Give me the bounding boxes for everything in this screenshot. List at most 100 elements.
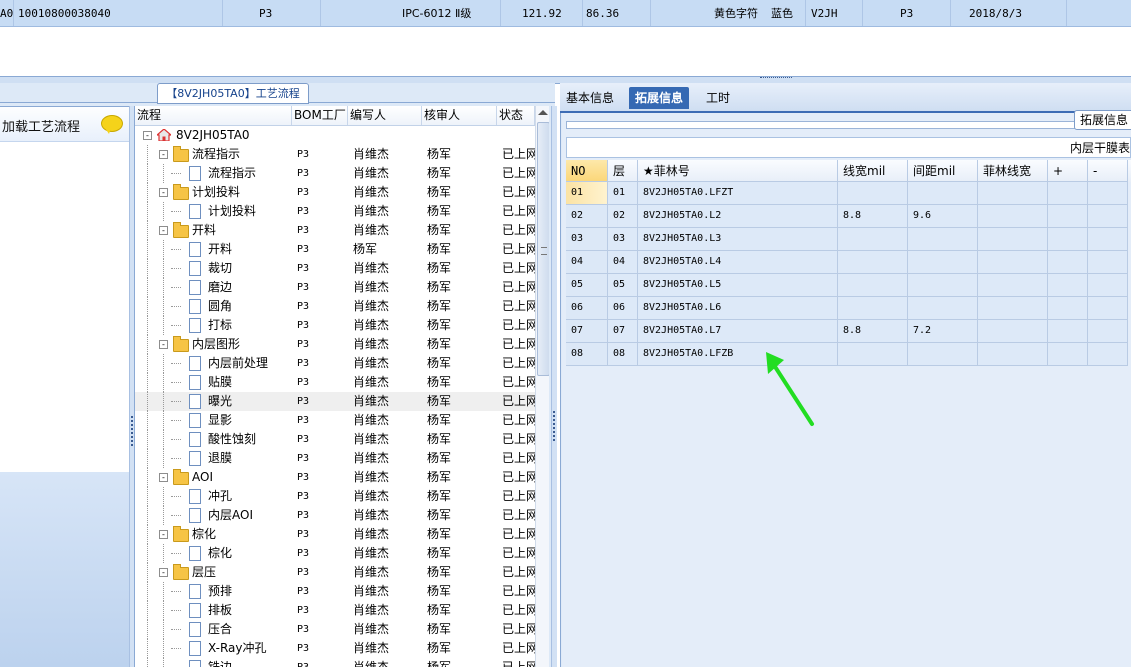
collapse-toggle-icon[interactable]: - — [143, 131, 152, 140]
cell-line-width[interactable] — [838, 274, 908, 297]
table-row[interactable]: 05 05 8V2JH05TA0.L5 — [566, 274, 1131, 297]
cell-film-no[interactable]: 8V2JH05TA0.L2 — [638, 205, 838, 228]
cell-add[interactable] — [1048, 274, 1088, 297]
header-writer[interactable]: 编写人 — [348, 106, 422, 125]
cell-film-line-width[interactable] — [978, 274, 1048, 297]
header-flow[interactable]: 流程 — [135, 106, 292, 125]
tree-row[interactable]: 内层前处理 P3 肖维杰 杨军 已上网 — [135, 354, 535, 373]
col-film-no[interactable]: ★菲林号 — [638, 160, 838, 182]
collapse-toggle-icon[interactable]: - — [159, 568, 168, 577]
splitter-grip[interactable] — [760, 77, 792, 82]
tree-row[interactable]: 裁切 P3 肖维杰 杨军 已上网 — [135, 259, 535, 278]
cell-film-line-width[interactable] — [978, 228, 1048, 251]
cell-add[interactable] — [1048, 205, 1088, 228]
col-add[interactable]: + — [1048, 160, 1088, 182]
cell-remove[interactable] — [1088, 320, 1128, 343]
tree-row[interactable]: 酸性蚀刻 P3 肖维杰 杨军 已上网 — [135, 430, 535, 449]
tree-row[interactable]: - AOI P3 肖维杰 杨军 已上网 — [135, 468, 535, 487]
tree-row[interactable]: 流程指示 P3 肖维杰 杨军 已上网 — [135, 164, 535, 183]
cell-remove[interactable] — [1088, 297, 1128, 320]
cell-film-line-width[interactable] — [978, 343, 1048, 366]
cell-film-line-width[interactable] — [978, 182, 1048, 205]
col-spacing[interactable]: 间距mil — [908, 160, 978, 182]
cell-add[interactable] — [1048, 320, 1088, 343]
tree-row[interactable]: 计划投料 P3 肖维杰 杨军 已上网 — [135, 202, 535, 221]
col-layer[interactable]: 层 — [608, 160, 638, 182]
cell-spacing[interactable]: 9.6 — [908, 205, 978, 228]
col-film-line-width[interactable]: 菲林线宽 — [978, 160, 1048, 182]
cell-film-line-width[interactable] — [978, 320, 1048, 343]
tree-row[interactable]: 棕化 P3 肖维杰 杨军 已上网 — [135, 544, 535, 563]
cell-remove[interactable] — [1088, 182, 1128, 205]
cell-add[interactable] — [1048, 182, 1088, 205]
cell-line-width[interactable] — [838, 343, 908, 366]
cell-layer[interactable]: 01 — [608, 182, 638, 205]
cell-add[interactable] — [1048, 251, 1088, 274]
tree-row[interactable]: - 层压 P3 肖维杰 杨军 已上网 — [135, 563, 535, 582]
cell-remove[interactable] — [1088, 205, 1128, 228]
cell-layer[interactable]: 05 — [608, 274, 638, 297]
tree-row[interactable]: 铣边 P3 肖维杰 杨军 已上网 — [135, 658, 535, 667]
cell-spacing[interactable] — [908, 343, 978, 366]
header-bom-factory[interactable]: BOM工厂 — [292, 106, 348, 125]
table-row[interactable]: 08 08 8V2JH05TA0.LFZB — [566, 343, 1131, 366]
process-flow-tab[interactable]: 【8V2JH05TA0】工艺流程 — [157, 83, 309, 104]
collapse-toggle-icon[interactable]: - — [159, 340, 168, 349]
tree-row[interactable]: 打标 P3 肖维杰 杨军 已上网 — [135, 316, 535, 335]
tree-vertical-scrollbar[interactable] — [535, 106, 549, 667]
tree-row[interactable]: - 计划投料 P3 肖维杰 杨军 已上网 — [135, 183, 535, 202]
table-row[interactable]: 06 06 8V2JH05TA0.L6 — [566, 297, 1131, 320]
cell-film-line-width[interactable] — [978, 251, 1048, 274]
cell-spacing[interactable] — [908, 251, 978, 274]
tree-row[interactable]: - 内层图形 P3 肖维杰 杨军 已上网 — [135, 335, 535, 354]
col-remove[interactable]: - — [1088, 160, 1128, 182]
extended-info-button[interactable]: 拓展信息 — [1074, 110, 1131, 130]
cell-line-width[interactable] — [838, 228, 908, 251]
tree-row[interactable]: 开料 P3 杨军 杨军 已上网 — [135, 240, 535, 259]
vertical-splitter-middle[interactable] — [551, 106, 557, 667]
tree-row[interactable]: 显影 P3 肖维杰 杨军 已上网 — [135, 411, 535, 430]
collapse-toggle-icon[interactable]: - — [159, 226, 168, 235]
cell-line-width[interactable] — [838, 182, 908, 205]
cell-film-no[interactable]: 8V2JH05TA0.L7 — [638, 320, 838, 343]
cell-line-width[interactable] — [838, 251, 908, 274]
scroll-up-arrow-icon[interactable] — [538, 110, 548, 115]
collapse-toggle-icon[interactable]: - — [159, 188, 168, 197]
tree-row[interactable]: 圆角 P3 肖维杰 杨军 已上网 — [135, 297, 535, 316]
table-row[interactable]: 03 03 8V2JH05TA0.L3 — [566, 228, 1131, 251]
tab-basic-info[interactable]: 基本信息 — [560, 87, 620, 109]
tab-extended-info[interactable]: 拓展信息 — [629, 87, 690, 109]
cell-remove[interactable] — [1088, 228, 1128, 251]
cell-layer[interactable]: 07 — [608, 320, 638, 343]
load-process-header[interactable]: 加载工艺流程 — [0, 107, 129, 142]
table-row[interactable]: 01 01 8V2JH05TA0.LFZT — [566, 182, 1131, 205]
cell-add[interactable] — [1048, 228, 1088, 251]
top-grid-selected-row[interactable]: A0 10010800038040 P3 IPC-6012 Ⅱ级 121.92 … — [0, 0, 1131, 27]
tree-row[interactable]: - 8V2JH05TA0 — [135, 126, 535, 145]
cell-film-line-width[interactable] — [978, 297, 1048, 320]
cell-film-no[interactable]: 8V2JH05TA0.L3 — [638, 228, 838, 251]
tree-row[interactable]: 冲孔 P3 肖维杰 杨军 已上网 — [135, 487, 535, 506]
cell-film-no[interactable]: 8V2JH05TA0.L6 — [638, 297, 838, 320]
cell-layer[interactable]: 02 — [608, 205, 638, 228]
cell-film-line-width[interactable] — [978, 205, 1048, 228]
table-row[interactable]: 02 02 8V2JH05TA0.L2 8.8 9.6 — [566, 205, 1131, 228]
cell-add[interactable] — [1048, 343, 1088, 366]
cell-remove[interactable] — [1088, 343, 1128, 366]
cell-film-no[interactable]: 8V2JH05TA0.L4 — [638, 251, 838, 274]
cell-layer[interactable]: 04 — [608, 251, 638, 274]
col-no[interactable]: NO — [566, 160, 608, 182]
cell-film-no[interactable]: 8V2JH05TA0.L5 — [638, 274, 838, 297]
tree-row[interactable]: 压合 P3 肖维杰 杨军 已上网 — [135, 620, 535, 639]
tree-row[interactable]: - 开料 P3 肖维杰 杨军 已上网 — [135, 221, 535, 240]
tree-row[interactable]: - 棕化 P3 肖维杰 杨军 已上网 — [135, 525, 535, 544]
cell-film-no[interactable]: 8V2JH05TA0.LFZT — [638, 182, 838, 205]
tree-row[interactable]: 磨边 P3 肖维杰 杨军 已上网 — [135, 278, 535, 297]
tree-row[interactable]: 排板 P3 肖维杰 杨军 已上网 — [135, 601, 535, 620]
header-status[interactable]: 状态 — [497, 106, 535, 125]
header-reviewer[interactable]: 核审人 — [422, 106, 497, 125]
col-line-width[interactable]: 线宽mil — [838, 160, 908, 182]
tree-row[interactable]: 贴膜 P3 肖维杰 杨军 已上网 — [135, 373, 535, 392]
table-row[interactable]: 04 04 8V2JH05TA0.L4 — [566, 251, 1131, 274]
cell-layer[interactable]: 03 — [608, 228, 638, 251]
